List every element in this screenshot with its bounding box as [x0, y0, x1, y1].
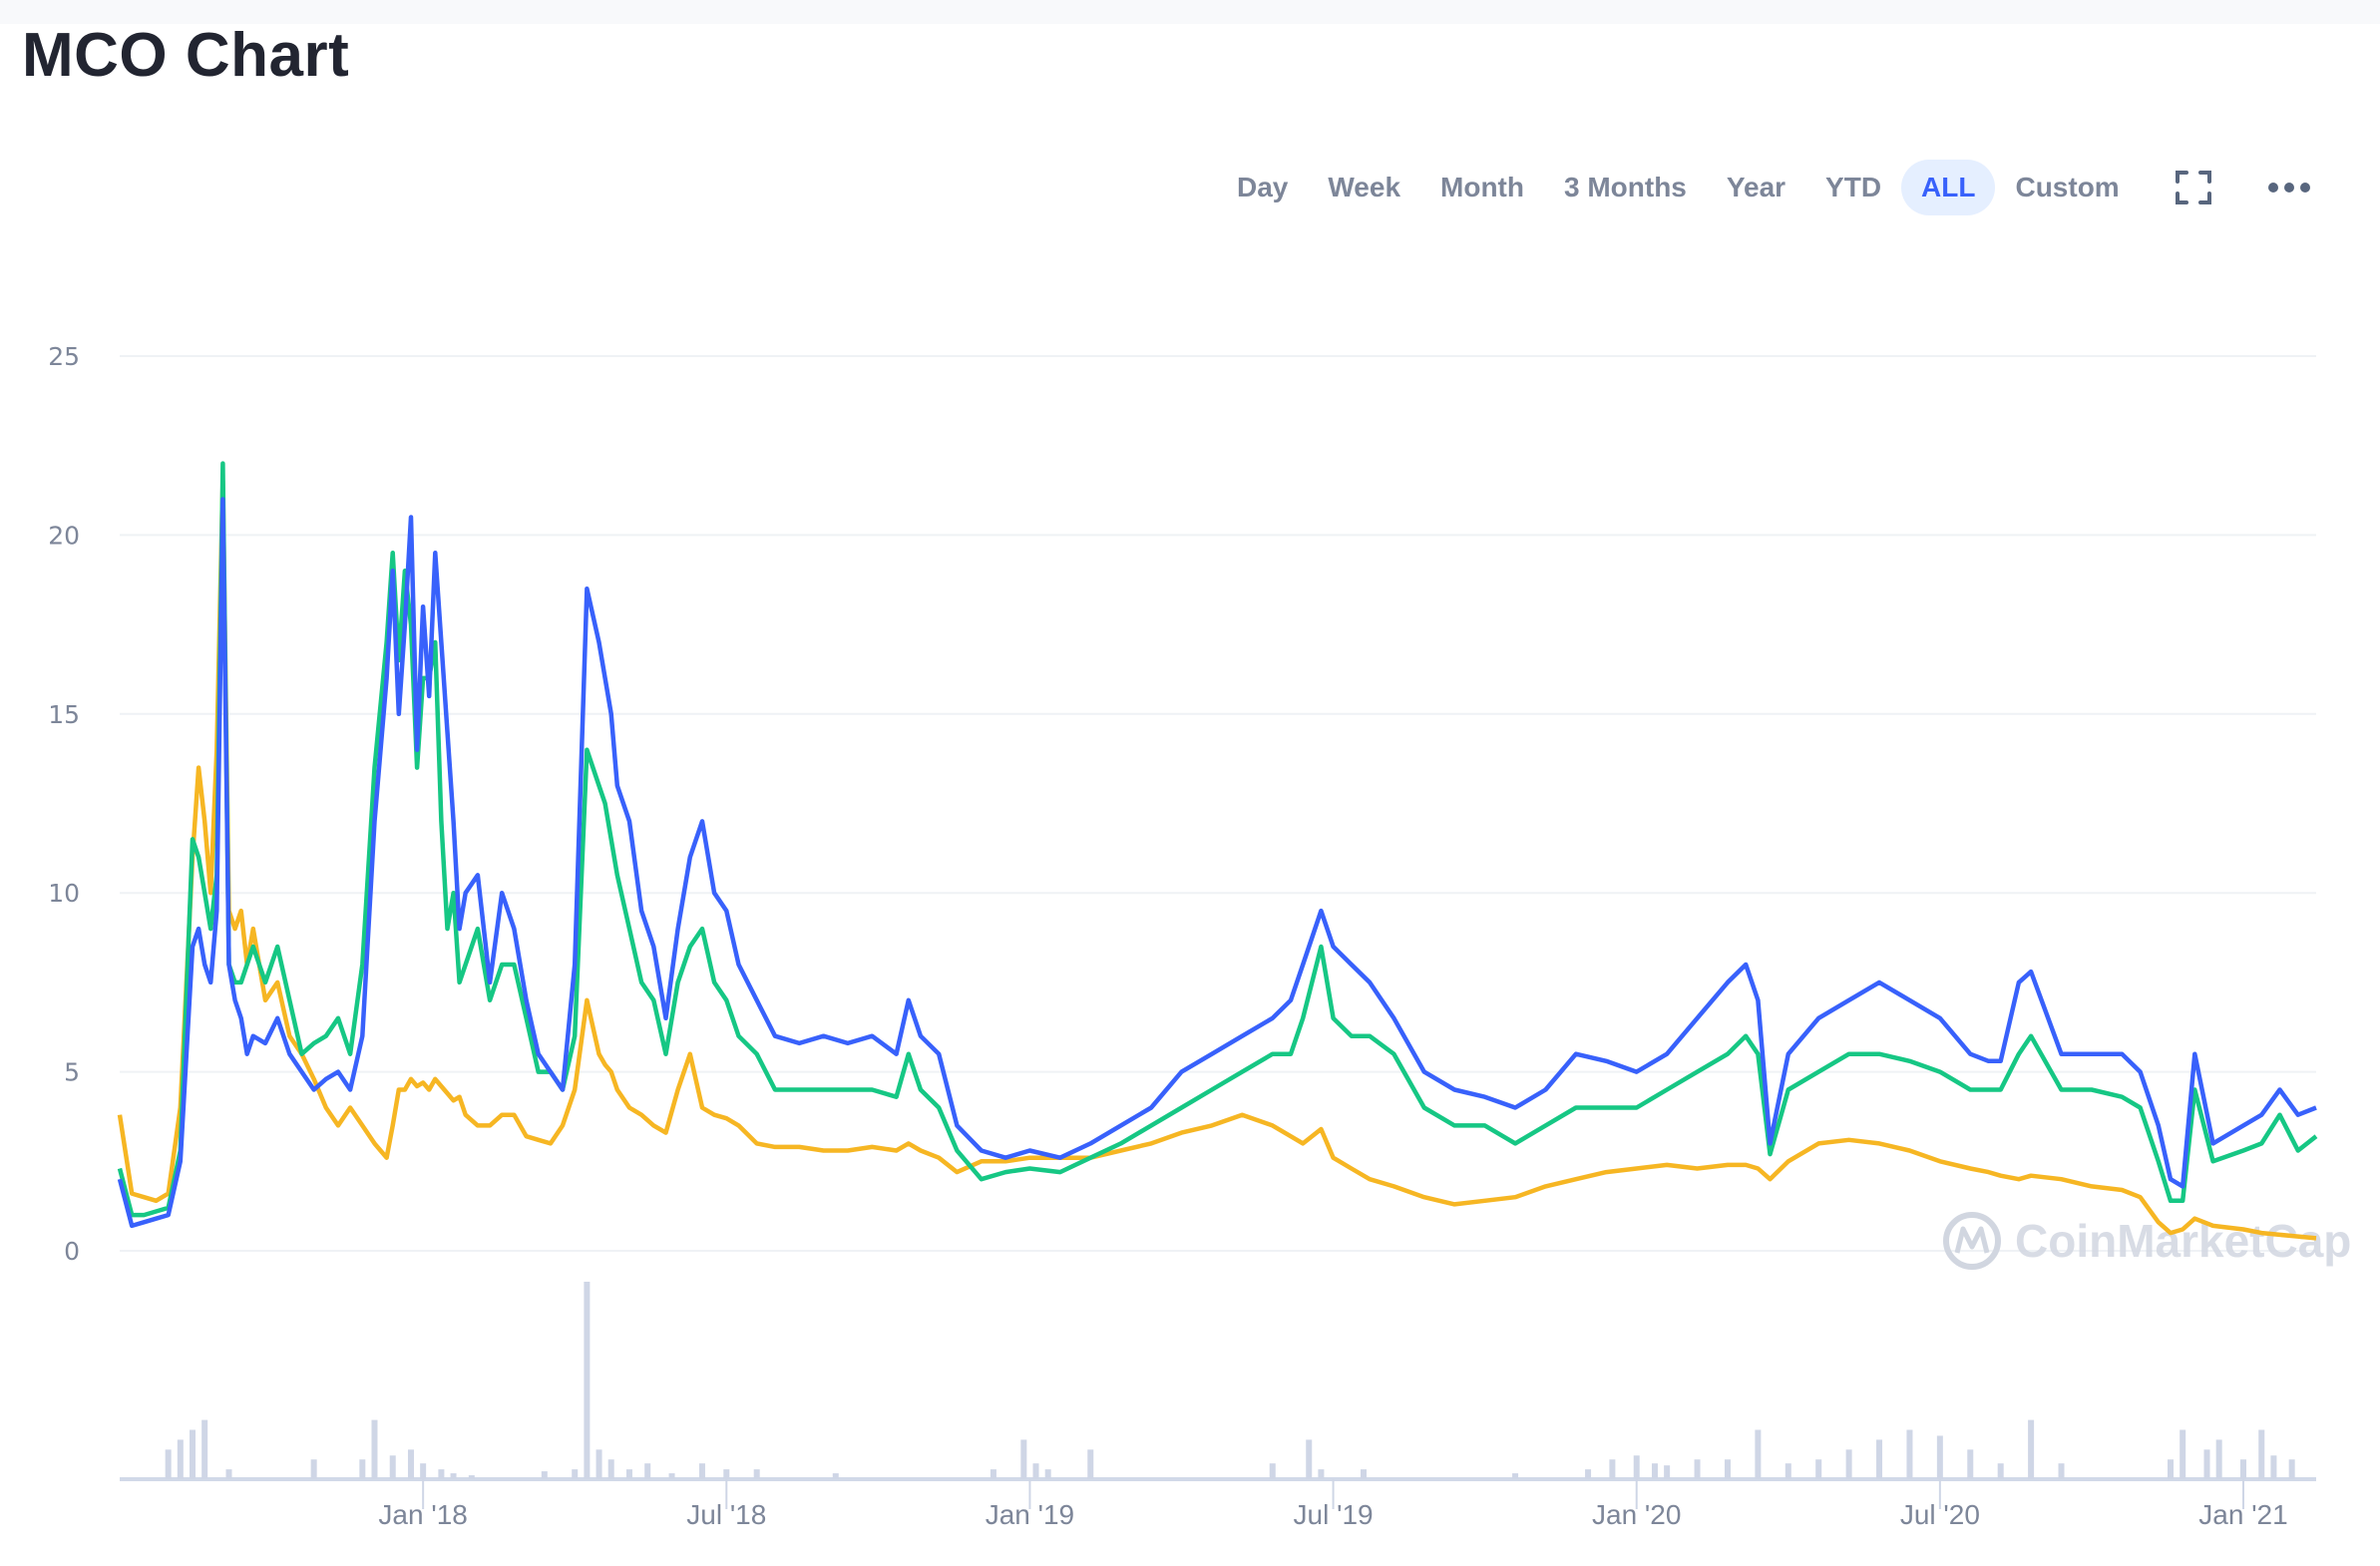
volume-bar	[2028, 1419, 2035, 1479]
volume-bar	[371, 1419, 378, 1479]
volume-bar	[2258, 1429, 2265, 1479]
y-tick-label: 25	[48, 342, 80, 371]
series-line-0	[117, 497, 2317, 1229]
volume-bar	[1785, 1463, 1791, 1479]
volume-bar	[177, 1439, 184, 1479]
volume-bar	[1032, 1463, 1039, 1479]
volume-bar	[1269, 1463, 1276, 1479]
volume-bar	[1360, 1469, 1367, 1479]
volume-bar	[1694, 1459, 1701, 1479]
volume-bar	[1906, 1429, 1913, 1479]
series-lines	[117, 461, 2318, 1241]
volume-bar	[1087, 1449, 1094, 1479]
volume-bar	[584, 1282, 591, 1479]
y-axis-labels: 0 5 10 15 20 25	[48, 342, 80, 1266]
grid-lines	[120, 355, 2316, 1252]
volume-bar	[1724, 1459, 1731, 1479]
volume-bar	[1815, 1459, 1822, 1479]
x-tick-label: Jul '18	[686, 1499, 766, 1530]
y-tick-label: 5	[64, 1058, 80, 1087]
volume-bar	[990, 1469, 996, 1479]
volume-bar	[1997, 1463, 2004, 1479]
y-tick-label: 10	[48, 879, 80, 908]
volume-bar	[1845, 1449, 1852, 1479]
volume-bar	[723, 1469, 730, 1479]
x-axis: Jan '18 Jul '18 Jan '19 Jul '19 Jan '20 Jul '…	[378, 1479, 2288, 1530]
x-tick-label: Jan '19	[986, 1499, 1074, 1530]
volume-bar	[698, 1463, 705, 1479]
volume-bar	[165, 1449, 172, 1479]
volume-bar	[2270, 1455, 2277, 1479]
y-tick-label: 15	[48, 700, 80, 729]
volume-bar	[541, 1471, 548, 1479]
volume-bar	[1633, 1455, 1640, 1479]
volume-bar	[2215, 1439, 2222, 1479]
volume-bar	[753, 1469, 760, 1479]
volume-bars	[120, 1282, 2316, 1481]
volume-bar	[2058, 1463, 2065, 1479]
volume-bar	[1044, 1469, 1051, 1479]
volume-bar	[1755, 1429, 1762, 1479]
volume-bar	[832, 1473, 839, 1479]
x-tick-label: Jul '19	[1294, 1499, 1374, 1530]
volume-bar	[1306, 1439, 1313, 1479]
volume-bar	[668, 1473, 675, 1479]
coinmarketcap-logo-m	[1954, 1226, 1990, 1254]
price-chart: 0510152025 CoinMarketCap Jan '18 Jul '18 J…	[48, 342, 2351, 1530]
volume-bar	[450, 1473, 457, 1479]
volume-bar	[2288, 1459, 2295, 1479]
volume-bar	[225, 1469, 232, 1479]
volume-bar	[595, 1449, 602, 1479]
volume-bar	[420, 1463, 427, 1479]
volume-bar	[1876, 1439, 1883, 1479]
volume-bar	[468, 1475, 475, 1479]
volume-bar	[1020, 1439, 1027, 1479]
volume-bar	[389, 1455, 396, 1479]
volume-bar	[310, 1459, 317, 1479]
volume-bar	[1651, 1463, 1658, 1479]
volume-bar	[1609, 1459, 1616, 1479]
volume-bar	[407, 1449, 414, 1479]
x-tick-label: Jan '20	[1592, 1499, 1681, 1530]
y-tick-label: 20	[48, 521, 80, 550]
coinmarketcap-logo-icon	[1943, 1212, 2001, 1270]
series-line-2	[117, 479, 2317, 1241]
y-tick-label: 0	[64, 1237, 80, 1266]
x-tick-label: Jan '21	[2198, 1499, 2287, 1530]
volume-bar	[2168, 1459, 2175, 1479]
x-tick-label: Jul '20	[1900, 1499, 1980, 1530]
volume-bar	[359, 1459, 366, 1479]
volume-bar	[1318, 1469, 1325, 1479]
volume-bar	[201, 1419, 208, 1479]
volume-bar	[1664, 1465, 1671, 1479]
volume-bar	[189, 1429, 196, 1479]
x-tick-label: Jan '18	[378, 1499, 467, 1530]
volume-bar	[438, 1469, 445, 1479]
watermark-text: CoinMarketCap	[2015, 1215, 2351, 1267]
volume-bar	[2203, 1449, 2210, 1479]
volume-bar	[625, 1469, 632, 1479]
series-line-1	[117, 461, 2318, 1218]
volume-bar	[1585, 1469, 1592, 1479]
volume-bar	[572, 1469, 579, 1479]
coinmarketcap-watermark: CoinMarketCap	[1943, 1212, 2351, 1270]
volume-bar	[1967, 1449, 1974, 1479]
volume-bar	[607, 1459, 614, 1479]
volume-bar	[644, 1463, 651, 1479]
volume-bar	[2180, 1429, 2186, 1479]
volume-bar	[1936, 1435, 1943, 1479]
volume-bar	[1512, 1473, 1519, 1479]
volume-bar	[2240, 1459, 2247, 1479]
